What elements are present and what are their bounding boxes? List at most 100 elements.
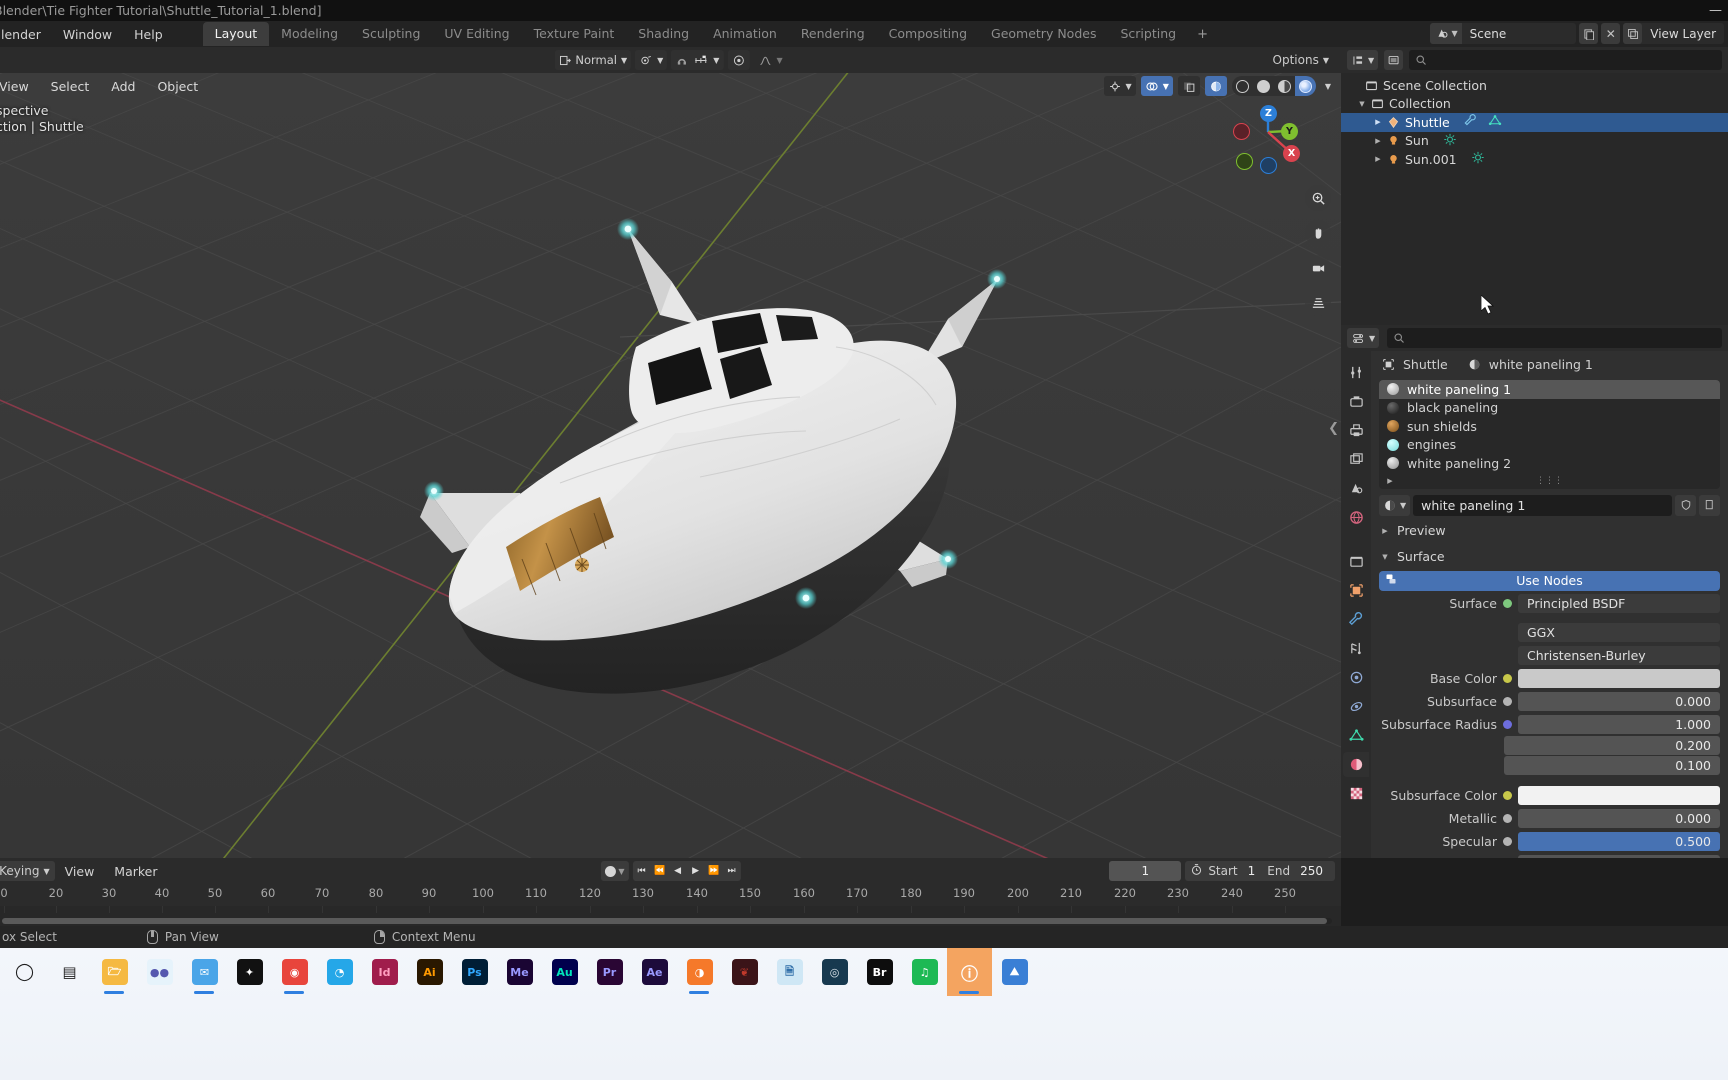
scrollbar-thumb[interactable] <box>2 918 1327 924</box>
play-reverse-icon[interactable]: ◀ <box>669 861 687 881</box>
subsurface-method-dropdown[interactable]: Christensen-Burley <box>1518 645 1720 665</box>
tab-tool[interactable] <box>1343 360 1369 385</box>
3d-viewport[interactable]: Normal ▼ ▼ ▼ ▼ Options ▼ View Select Add… <box>0 47 1341 858</box>
panel-surface[interactable]: ▼ Surface <box>1371 546 1728 568</box>
new-material-icon[interactable] <box>1699 494 1720 516</box>
expander-icon[interactable]: ▶ <box>1371 137 1385 145</box>
material-slot-row[interactable]: engines <box>1379 436 1720 455</box>
transform-orientation-dropdown[interactable]: Normal ▼ <box>554 50 632 70</box>
surface-shader-dropdown[interactable]: Principled BSDF <box>1518 593 1720 613</box>
viewport-menu-view[interactable]: View <box>0 76 40 97</box>
material-list-resize-grip[interactable]: ▶ ⋮⋮⋮ <box>1379 473 1720 489</box>
unlink-scene-icon[interactable]: ✕ <box>1601 23 1621 44</box>
subsurface-radius-z[interactable]: 0.100 <box>1504 755 1720 775</box>
play-icon[interactable]: ▶ <box>687 861 705 881</box>
sidebar-collapse-icon[interactable]: ❮ <box>1328 421 1339 436</box>
subsurface-color-swatch[interactable] <box>1518 785 1720 805</box>
taskbar-steam[interactable]: ◎ <box>812 948 857 996</box>
specular-value[interactable]: 0.500 <box>1518 831 1720 851</box>
end-frame-value[interactable]: 250 <box>1300 864 1335 878</box>
taskbar-audition[interactable]: Au <box>542 948 587 996</box>
taskbar-premiere-pro[interactable]: Pr <box>587 948 632 996</box>
outliner-editor[interactable]: ▼ Scene Collection ▼ Collection ▶ Shuttl… <box>1341 47 1728 325</box>
outliner-row-sun[interactable]: ▶ Sun <box>1341 132 1728 151</box>
add-workspace-button[interactable]: + <box>1188 24 1217 45</box>
mesh-data-icon[interactable] <box>1488 114 1502 130</box>
taskbar-notes[interactable]: 🗎 <box>767 948 812 996</box>
pivot-point-dropdown[interactable]: ▼ <box>635 50 668 70</box>
tab-modeling[interactable]: Modeling <box>269 22 350 46</box>
material-slot-row[interactable]: white paneling 2 <box>1379 454 1720 473</box>
timeline-menu-view[interactable]: View <box>55 861 105 882</box>
tab-world[interactable] <box>1343 505 1369 530</box>
camera-icon[interactable] <box>1305 255 1331 281</box>
shield-fake-user-icon[interactable] <box>1675 494 1696 516</box>
base-color-swatch[interactable] <box>1518 668 1720 688</box>
taskbar-blender[interactable]: ◑ <box>677 948 722 996</box>
minimize-button[interactable]: — <box>1709 3 1722 18</box>
taskbar-indesign[interactable]: Id <box>362 948 407 996</box>
browse-material-icon[interactable]: ▼ <box>1379 494 1411 516</box>
sun-light-data-icon[interactable] <box>1471 151 1485 167</box>
gizmo-axis-z[interactable]: Z <box>1260 105 1277 122</box>
taskbar-krita[interactable]: ❦ <box>722 948 767 996</box>
tab-texture[interactable] <box>1343 781 1369 806</box>
new-scene-icon[interactable] <box>1579 23 1599 44</box>
taskbar-start-windows[interactable]: ◯ <box>2 948 47 996</box>
scene-selector[interactable]: ▼ Scene <box>1429 23 1577 44</box>
taskbar-file-explorer[interactable]: 🗁 <box>92 948 137 996</box>
tab-physics[interactable] <box>1343 665 1369 690</box>
properties-search-input[interactable] <box>1387 328 1722 348</box>
shading-material-preview[interactable] <box>1274 76 1295 96</box>
taskbar-media-encoder[interactable]: Me <box>497 948 542 996</box>
material-slot-row[interactable]: white paneling 1 <box>1379 380 1720 399</box>
ortho-persp-icon[interactable] <box>1305 290 1331 316</box>
jump-start-icon[interactable]: ⏮ <box>633 861 651 881</box>
tab-shading[interactable]: Shading <box>626 22 701 46</box>
taskbar-bridge[interactable]: Br <box>857 948 902 996</box>
outliner-row-scene-collection[interactable]: Scene Collection <box>1341 76 1728 95</box>
tab-texture-paint[interactable]: Texture Paint <box>522 22 627 46</box>
taskbar-mail[interactable]: ✉ <box>182 948 227 996</box>
outliner-row-collection[interactable]: ▼ Collection <box>1341 95 1728 114</box>
gizmo-axis-x[interactable]: X <box>1283 145 1300 162</box>
tab-view-layer[interactable] <box>1343 447 1369 472</box>
scene-icon[interactable]: ▼ <box>1429 23 1462 44</box>
subsurface-value[interactable]: 0.000 <box>1518 691 1720 711</box>
start-frame-value[interactable]: 1 <box>1248 864 1268 878</box>
material-name-field[interactable]: white paneling 1 <box>1413 494 1672 516</box>
taskbar-lightshot[interactable]: ✦ <box>227 948 272 996</box>
expander-icon[interactable]: ▼ <box>1355 100 1369 108</box>
breadcrumb-object-label[interactable]: Shuttle <box>1403 357 1448 372</box>
shading-solid[interactable] <box>1253 76 1274 96</box>
shading-dropdown-icon[interactable]: ▼ <box>1321 76 1335 96</box>
taskbar-teams[interactable]: ●● <box>137 948 182 996</box>
show-overlays-toggle[interactable]: ▼ <box>1140 76 1173 96</box>
taskbar-task-view[interactable]: ▤ <box>47 948 92 996</box>
expander-icon[interactable]: ▶ <box>1383 477 1397 485</box>
taskbar-illustrator[interactable]: Ai <box>407 948 452 996</box>
timeline-scrollbar[interactable] <box>2 918 1332 924</box>
keying-set-dropdown[interactable]: ▼ Keying ▼ <box>0 861 55 881</box>
menu-help[interactable]: Help <box>123 24 174 45</box>
taskbar-wacom[interactable]: ⓘ <box>947 948 992 996</box>
tab-scripting[interactable]: Scripting <box>1108 22 1188 46</box>
tab-collection[interactable] <box>1343 549 1369 574</box>
menu-blender[interactable]: lender <box>0 24 52 45</box>
tab-data[interactable] <box>1343 723 1369 748</box>
proportional-falloff-dropdown[interactable]: ▼ <box>753 50 786 70</box>
tab-compositing[interactable]: Compositing <box>877 22 979 46</box>
gizmo-axis-neg-z[interactable] <box>1260 157 1277 174</box>
tab-sculpting[interactable]: Sculpting <box>350 22 432 46</box>
tab-object[interactable] <box>1343 578 1369 603</box>
tab-output[interactable] <box>1343 418 1369 443</box>
tab-rendering[interactable]: Rendering <box>789 22 877 46</box>
jump-end-icon[interactable]: ⏭ <box>723 861 741 881</box>
tab-animation[interactable]: Animation <box>701 22 789 46</box>
pan-hand-icon[interactable] <box>1305 220 1331 246</box>
distribution-dropdown[interactable]: GGX <box>1518 622 1720 642</box>
outliner-filter-icon[interactable] <box>1384 50 1404 70</box>
viewport-menu-add[interactable]: Add <box>100 76 146 97</box>
shading-modes-group[interactable] <box>1231 76 1316 96</box>
tab-constraints[interactable] <box>1343 694 1369 719</box>
